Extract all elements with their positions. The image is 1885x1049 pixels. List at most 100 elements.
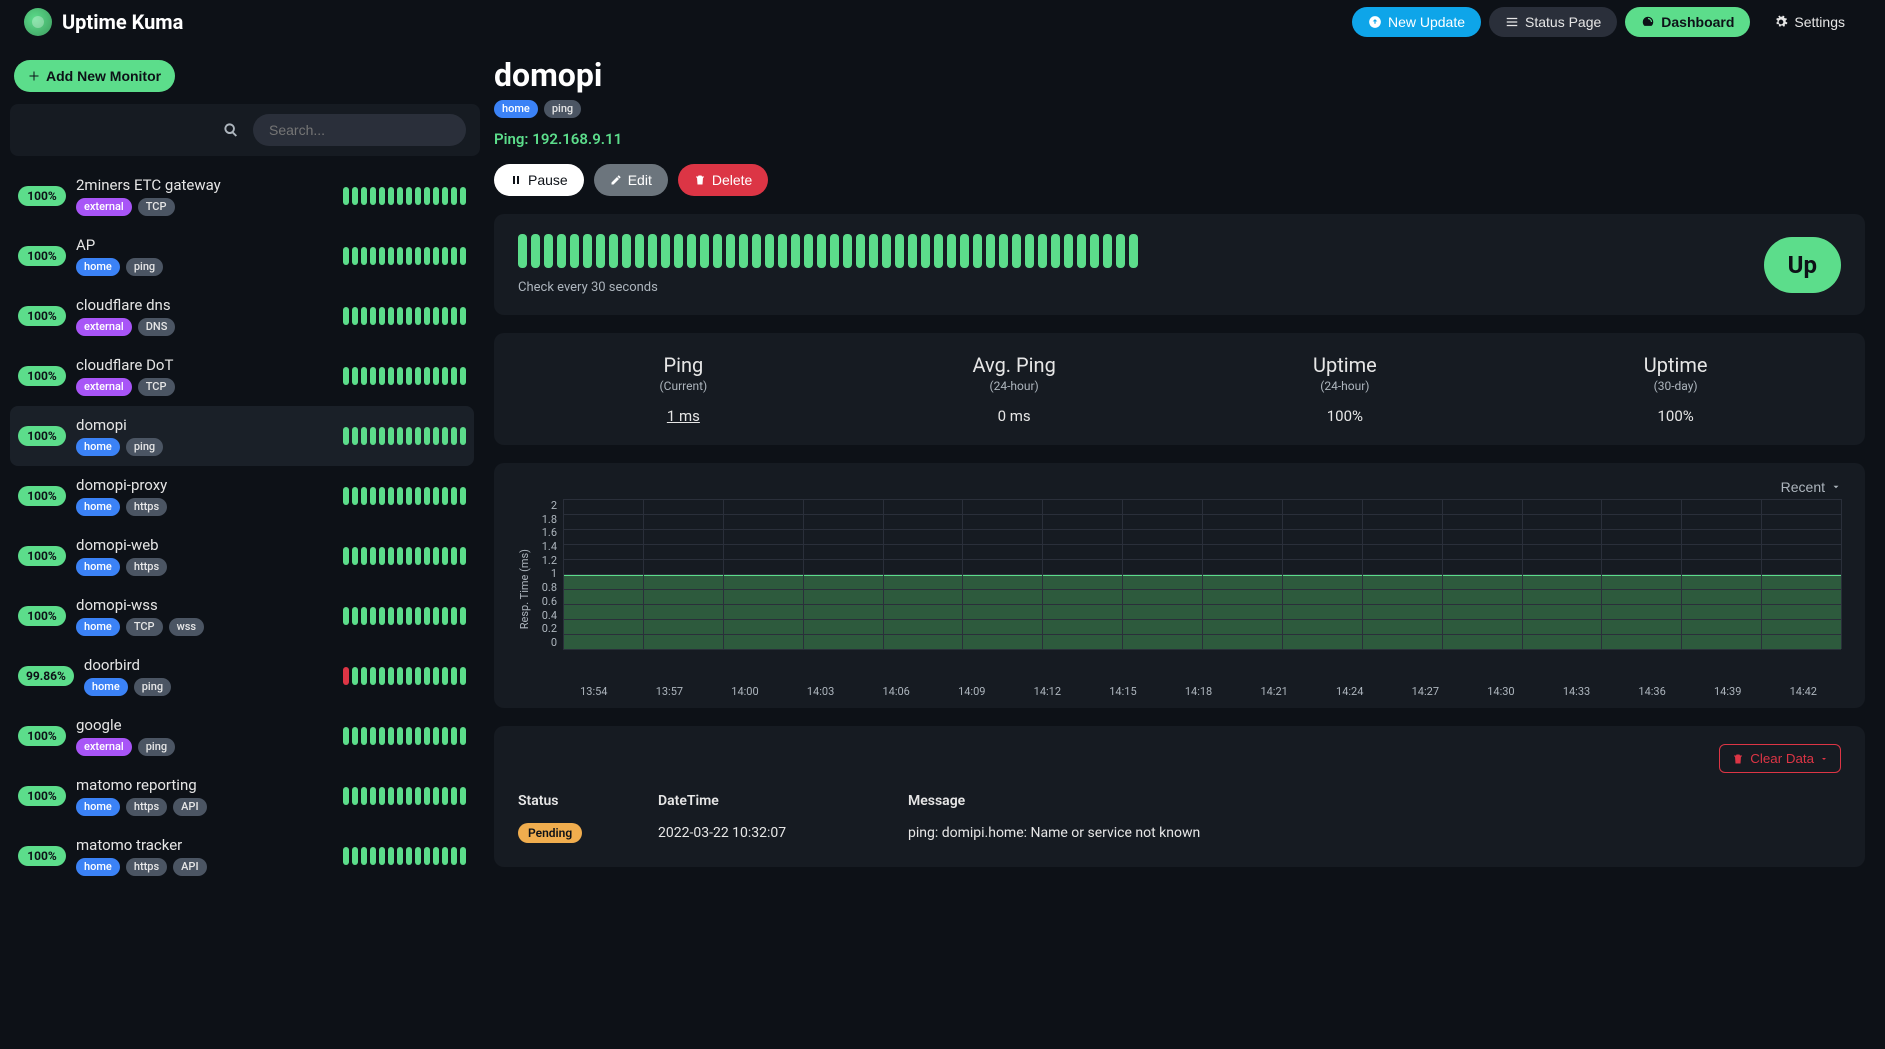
events-header-msg: Message — [908, 793, 1841, 809]
plus-icon — [28, 70, 40, 82]
settings-button[interactable]: Settings — [1758, 7, 1861, 37]
tag: ping — [126, 258, 163, 276]
search-input[interactable] — [253, 114, 466, 146]
tag: DNS — [138, 318, 176, 336]
stat-title: Uptime — [1180, 353, 1511, 377]
monitor-name: domopi-proxy — [76, 476, 333, 494]
pause-icon — [510, 174, 522, 186]
heartbeat-mini — [343, 307, 466, 325]
monitor-item[interactable]: 100% domopi-wss home TCP wss — [10, 586, 474, 646]
monitor-item[interactable]: 100%2miners ETC gatewayexternalTCP — [10, 166, 474, 226]
stat-title: Ping — [518, 353, 849, 377]
monitor-name: domopi — [76, 416, 333, 434]
heartbeat-mini — [343, 367, 466, 385]
heartbeat-mini — [343, 847, 466, 865]
tag: external — [76, 318, 132, 336]
tag: TCP — [126, 618, 163, 636]
tag: home — [76, 258, 120, 276]
monitor-item[interactable]: 100% cloudflare dns external DNS — [10, 286, 474, 346]
event-row: Pending2022-03-22 10:32:07ping: domipi.h… — [518, 817, 1841, 849]
monitor-item[interactable]: 100%matomo trackerhomehttpsAPI — [10, 826, 474, 886]
search-row — [10, 104, 480, 156]
monitor-item[interactable]: 100%APhomeping — [10, 226, 474, 286]
tag: home — [76, 498, 120, 516]
chart-range-button[interactable]: Recent — [1781, 479, 1841, 495]
monitor-name: domopi-web — [76, 536, 333, 554]
stat-title: Uptime — [1510, 353, 1841, 377]
tag: external — [76, 738, 132, 756]
response-time-chart: Resp. Time (ms) 21.81.61.41.210.80.60.40… — [518, 499, 1841, 679]
trash-icon — [694, 174, 706, 186]
tag: https — [126, 858, 167, 876]
stat-value: 0 ms — [849, 407, 1180, 425]
event-date: 2022-03-22 10:32:07 — [658, 825, 908, 841]
tag: https — [126, 558, 167, 576]
monitor-item[interactable]: 100% cloudflare DoT external TCP — [10, 346, 474, 406]
dashboard-button[interactable]: Dashboard — [1625, 7, 1750, 37]
heartbeat-mini — [343, 487, 466, 505]
new-update-button[interactable]: New Update — [1352, 7, 1481, 37]
heartbeat-mini — [343, 667, 466, 685]
tag: ping — [138, 738, 175, 756]
tag: API — [173, 858, 206, 876]
uptime-percent-badge: 100% — [18, 306, 66, 326]
clear-data-button[interactable]: Clear Data — [1719, 744, 1841, 773]
heartbeat-mini — [343, 607, 466, 625]
monitor-item[interactable]: 100%domopihomeping — [10, 406, 474, 466]
tag: home — [76, 558, 120, 576]
monitor-name: cloudflare dns — [76, 296, 333, 314]
monitor-item[interactable]: 100%domopi-webhomehttps — [10, 526, 474, 586]
tag: external — [76, 198, 132, 216]
tag: https — [126, 798, 167, 816]
stat-column: Avg. Ping (24-hour) 0 ms — [849, 353, 1180, 425]
logo-icon — [24, 8, 52, 36]
stat-subtitle: (24-hour) — [1180, 379, 1511, 393]
events-header-status: Status — [518, 793, 658, 809]
trash-icon — [1732, 753, 1744, 765]
event-message: ping: domipi.home: Name or service not k… — [908, 825, 1841, 841]
delete-button[interactable]: Delete — [678, 164, 768, 196]
heartbeat-timeline: Check every 30 seconds — [518, 234, 1724, 295]
tag: home — [84, 678, 128, 696]
monitor-name: doorbird — [84, 656, 333, 674]
heartbeat-mini — [343, 547, 466, 565]
monitor-item[interactable]: 100% domopi-proxy home https — [10, 466, 474, 526]
stat-value[interactable]: 1 ms — [518, 407, 849, 425]
monitor-item[interactable]: 100%googleexternalping — [10, 706, 474, 766]
monitor-item[interactable]: 100%matomo reportinghomehttpsAPI — [10, 766, 474, 826]
monitor-name: AP — [76, 236, 333, 254]
tag: TCP — [138, 378, 175, 396]
tag: ping — [134, 678, 171, 696]
tag: wss — [169, 618, 205, 636]
monitor-item[interactable]: 99.86% doorbird home ping — [10, 646, 474, 706]
tag: TCP — [138, 198, 175, 216]
heartbeat-mini — [343, 427, 466, 445]
uptime-percent-badge: 100% — [18, 606, 66, 626]
search-icon — [24, 122, 239, 138]
tag: home — [76, 618, 120, 636]
monitor-name: cloudflare DoT — [76, 356, 333, 374]
heartbeat-mini — [343, 727, 466, 745]
monitor-name: domopi-wss — [76, 596, 333, 614]
chart-ylabel: Resp. Time (ms) — [518, 549, 531, 629]
tag: external — [76, 378, 132, 396]
stat-value: 100% — [1180, 407, 1511, 425]
edit-button[interactable]: Edit — [594, 164, 668, 196]
arrow-up-circle-icon — [1368, 15, 1382, 29]
tag: https — [126, 498, 167, 516]
stat-subtitle: (24-hour) — [849, 379, 1180, 393]
add-monitor-button[interactable]: Add New Monitor — [14, 60, 175, 92]
status-page-button[interactable]: Status Page — [1489, 7, 1617, 37]
monitor-name: matomo tracker — [76, 836, 333, 854]
chevron-down-icon — [1831, 482, 1841, 492]
uptime-percent-badge: 100% — [18, 366, 66, 386]
caret-down-icon — [1820, 755, 1828, 763]
uptime-percent-badge: 100% — [18, 486, 66, 506]
ping-target: Ping: 192.168.9.11 — [494, 130, 1865, 148]
pause-button[interactable]: Pause — [494, 164, 584, 196]
tag: home — [494, 100, 538, 118]
check-interval: Check every 30 seconds — [518, 280, 1724, 295]
monitor-name: 2miners ETC gateway — [76, 176, 333, 194]
uptime-percent-badge: 99.86% — [18, 666, 74, 686]
stat-title: Avg. Ping — [849, 353, 1180, 377]
